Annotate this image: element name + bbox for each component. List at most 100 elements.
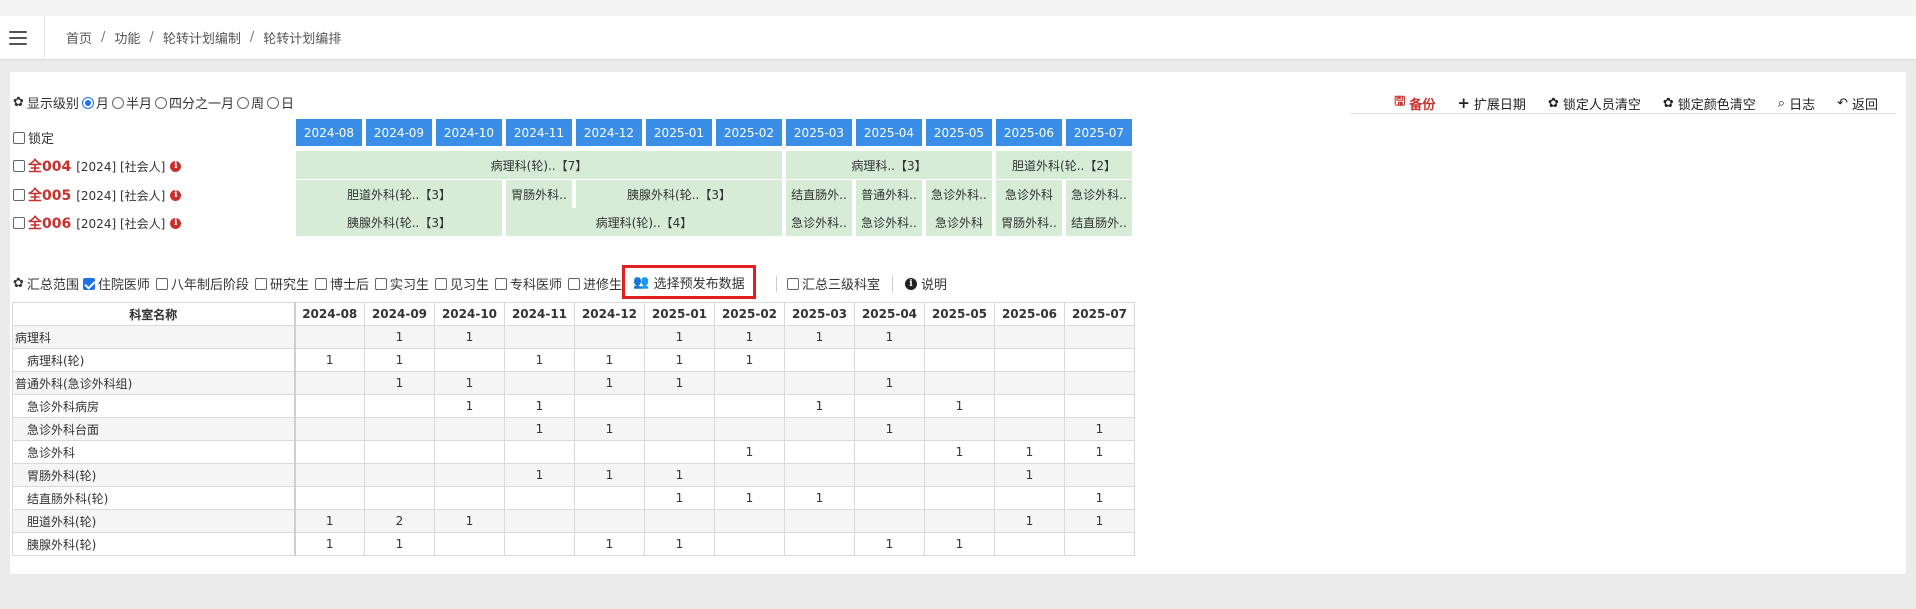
count-cell <box>644 440 715 464</box>
month-header-button[interactable]: 2024-11 <box>506 119 572 146</box>
checkbox-resident[interactable] <box>82 277 95 290</box>
count-cell <box>294 440 365 464</box>
schedule-block[interactable]: 急诊外科 <box>926 208 992 236</box>
month-header-button[interactable]: 2025-02 <box>716 119 782 146</box>
menu-icon[interactable] <box>9 30 27 45</box>
level3-checkbox[interactable] <box>787 277 799 290</box>
radio-quarter-month-label[interactable]: 四分之一月 <box>169 93 234 112</box>
summary-option-graduate[interactable]: 研究生 <box>249 274 309 293</box>
radio-day[interactable] <box>266 96 279 109</box>
schedule-block[interactable]: 病理科(轮)..【4】 <box>506 208 782 236</box>
radio-half-month-label[interactable]: 半月 <box>126 93 152 112</box>
level3-label[interactable]: 汇总三级科室 <box>802 274 880 293</box>
column-header-month: 2025-04 <box>854 302 925 326</box>
count-cell <box>714 509 785 533</box>
person-checkbox[interactable] <box>13 217 25 229</box>
radio-day-label[interactable]: 日 <box>281 93 294 112</box>
schedule-block[interactable]: 急诊外科 <box>996 180 1062 208</box>
clear-locked-persons-button[interactable]: ✿ 锁定人员清空 <box>1548 94 1641 113</box>
month-header-button[interactable]: 2025-03 <box>786 119 852 146</box>
month-header-button[interactable]: 2024-10 <box>436 119 502 146</box>
log-button[interactable]: ⌕ 日志 <box>1778 94 1815 113</box>
info-icon[interactable]: i <box>170 189 182 201</box>
count-cell: 1 <box>1064 440 1135 464</box>
schedule-block[interactable]: 急诊外科.. <box>786 208 852 236</box>
schedule-block[interactable]: 急诊外科.. <box>926 180 992 208</box>
count-cell <box>364 440 435 464</box>
schedule-block[interactable]: 结直肠外.. <box>1066 208 1132 236</box>
explain-link[interactable]: 说明 <box>921 274 947 293</box>
count-cell: 1 <box>574 417 645 441</box>
select-prerelease-data-button[interactable]: 👥 选择预发布数据 <box>622 265 756 299</box>
count-cell: 1 <box>574 371 645 395</box>
radio-half-month[interactable] <box>111 96 124 109</box>
summary-option-specialist[interactable]: 专科医师 <box>489 274 562 293</box>
user-plus-icon: 👥 <box>633 274 650 290</box>
summary-option-postdoc[interactable]: 博士后 <box>309 274 369 293</box>
month-header-button[interactable]: 2025-05 <box>926 119 992 146</box>
backup-button[interactable]: 🖫 备份 <box>1394 92 1435 114</box>
month-header-button[interactable]: 2025-04 <box>856 119 922 146</box>
main-panel: ✿ 显示级别 月 半月 四分之一月 周 日 🖫 备份 + 扩展日期 ✿ 锁定人员清空 … <box>10 72 1906 574</box>
schedule-block[interactable]: 胆道外科(轮..【3】 <box>296 180 502 208</box>
count-cell: 1 <box>854 532 925 556</box>
schedule-block[interactable]: 胃肠外科.. <box>506 180 572 208</box>
count-cell <box>434 348 505 372</box>
clear-locked-colors-button[interactable]: ✿ 锁定颜色清空 <box>1663 94 1756 113</box>
person-name[interactable]: 全006 <box>28 213 71 233</box>
schedule-block[interactable]: 病理科(轮)..【7】 <box>296 151 782 179</box>
summary-option-eight-year[interactable]: 八年制后阶段 <box>150 274 249 293</box>
schedule-block[interactable]: 胆道外科(轮..【2】 <box>996 151 1132 179</box>
lock-checkbox[interactable] <box>13 131 25 144</box>
month-header-button[interactable]: 2024-09 <box>366 119 432 146</box>
info-icon[interactable]: i <box>170 217 182 229</box>
schedule-block[interactable]: 胰腺外科(轮..【3】 <box>296 208 502 236</box>
schedule-block[interactable]: 普通外科.. <box>856 180 922 208</box>
person-name[interactable]: 全004 <box>28 156 71 176</box>
radio-quarter-month[interactable] <box>154 96 167 109</box>
checkbox-postdoc[interactable] <box>314 277 327 290</box>
checkbox-advanced[interactable] <box>568 277 581 290</box>
schedule-block[interactable]: 胃肠外科.. <box>996 208 1062 236</box>
schedule-block[interactable]: 病理科..【3】 <box>786 151 992 179</box>
summary-option-advanced[interactable]: 进修生 <box>562 274 622 293</box>
month-header-button[interactable]: 2024-12 <box>576 119 642 146</box>
radio-month-label[interactable]: 月 <box>96 93 109 112</box>
schedule-block[interactable]: 结直肠外.. <box>786 180 852 208</box>
breadcrumb-home[interactable]: 首页 <box>66 28 92 47</box>
radio-month[interactable] <box>81 96 94 109</box>
person-name[interactable]: 全005 <box>28 185 71 205</box>
back-button[interactable]: ↶ 返回 <box>1837 94 1878 113</box>
schedule-block[interactable]: 急诊外科.. <box>1066 180 1132 208</box>
breadcrumb-function[interactable]: 功能 <box>114 28 140 47</box>
month-header-button[interactable]: 2025-06 <box>996 119 1062 146</box>
checkbox-specialist[interactable] <box>495 277 508 290</box>
checkbox-intern[interactable] <box>374 277 387 290</box>
breadcrumb-plan[interactable]: 轮转计划编制 <box>163 28 241 47</box>
schedule-block[interactable]: 胰腺外科(轮..【3】 <box>576 180 782 208</box>
extend-date-button[interactable]: + 扩展日期 <box>1457 94 1526 113</box>
month-header: 2024-08 2024-09 2024-10 2024-11 2024-12 2025-… <box>296 119 1136 146</box>
month-header-button[interactable]: 2024-08 <box>296 119 362 146</box>
checkbox-eight-year[interactable] <box>155 277 168 290</box>
table-row: 病理科 1 1 1 1 1 1 <box>12 325 1135 349</box>
info-icon[interactable]: i <box>170 160 182 172</box>
person-checkbox[interactable] <box>13 160 25 172</box>
month-header-button[interactable]: 2025-07 <box>1066 119 1132 146</box>
checkbox-trainee[interactable] <box>435 277 447 290</box>
person-checkbox[interactable] <box>13 189 25 201</box>
count-cell: 1 <box>644 325 715 349</box>
schedule-block[interactable]: 急诊外科.. <box>856 208 922 236</box>
count-cell: 1 <box>434 509 505 533</box>
month-header-button[interactable]: 2025-01 <box>646 119 712 146</box>
summary-option-resident[interactable]: 住院医师 <box>81 274 150 293</box>
count-cell <box>854 509 925 533</box>
radio-week[interactable] <box>236 96 249 109</box>
person-meta: [2024] [社会人] <box>76 159 166 174</box>
count-cell <box>1064 394 1135 418</box>
radio-week-label[interactable]: 周 <box>251 93 264 112</box>
summary-option-intern[interactable]: 实习生 <box>369 274 429 293</box>
table-row: 急诊外科病房 1 1 1 1 <box>12 394 1135 418</box>
summary-option-trainee[interactable]: 见习生 <box>429 274 489 293</box>
checkbox-graduate[interactable] <box>254 277 267 290</box>
